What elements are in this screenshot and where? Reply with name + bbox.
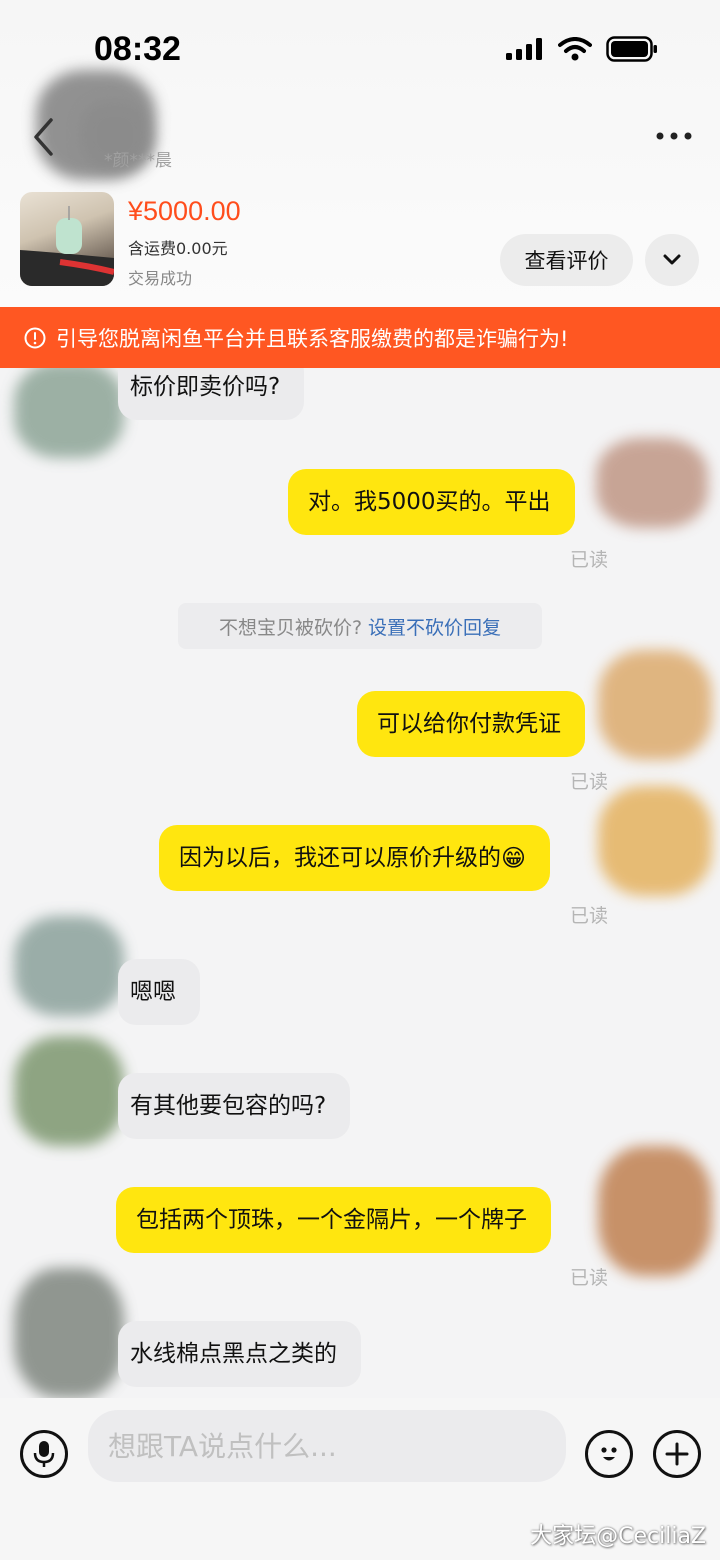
product-price: ¥5000.00	[128, 196, 241, 226]
message-outgoing[interactable]: 因为以后，我还可以原价升级的 😁	[159, 825, 551, 891]
read-status: 已读	[570, 905, 609, 927]
battery-icon	[606, 36, 657, 62]
status-icons	[506, 36, 658, 62]
contact-name[interactable]: *颜***晨	[104, 146, 172, 171]
more-horizontal-icon[interactable]	[654, 124, 694, 148]
cellular-signal-icon	[506, 38, 542, 60]
more-actions-button[interactable]	[653, 1430, 701, 1478]
message-outgoing[interactable]: 对。我5000买的。平出	[288, 469, 575, 535]
product-shipping: 含运费0.00元	[128, 239, 228, 258]
message-incoming[interactable]: 嗯嗯	[118, 959, 200, 1025]
trade-status: 交易成功	[128, 269, 193, 288]
message-text: 因为以后，我还可以原价升级的	[179, 844, 501, 871]
message-incoming[interactable]: 水线棉点黑点之类的	[118, 1321, 361, 1387]
read-status: 已读	[570, 771, 609, 793]
message-input-bar: 大家坛@CeciliaZ	[0, 1398, 720, 1560]
avatar	[14, 1036, 124, 1146]
header-area: 08:32 *颜***晨 ¥5000.00 含运费0.00元 交易成功 查看评价	[0, 0, 720, 307]
avatar	[14, 368, 124, 458]
message-outgoing[interactable]: 包括两个顶珠，一个金隔片，一个牌子	[116, 1187, 551, 1253]
chevron-left-icon[interactable]	[24, 114, 64, 160]
message-incoming[interactable]: 有其他要包容的吗?	[118, 1073, 351, 1139]
plus-circle-icon	[665, 1442, 689, 1466]
no-bargain-setting-link[interactable]: 设置不砍价回复	[368, 613, 501, 640]
system-tip-text: 不想宝贝被砍价?	[218, 616, 363, 639]
avatar	[14, 916, 124, 1016]
avatar	[596, 438, 708, 528]
emoji-button[interactable]	[585, 1430, 633, 1478]
chat-message-list[interactable]: 标价即卖价吗? 对。我5000买的。平出 已读 不想宝贝被砍价? 设置不砍价回复…	[0, 368, 720, 1398]
view-review-button[interactable]: 查看评价	[500, 234, 633, 286]
product-thumbnail[interactable]	[20, 192, 114, 286]
product-card[interactable]: ¥5000.00 含运费0.00元 交易成功 查看评价	[0, 182, 720, 307]
avatar	[598, 650, 712, 760]
avatar	[598, 1146, 712, 1276]
read-status: 已读	[570, 549, 609, 571]
grin-emoji-icon: 😁	[501, 844, 527, 872]
voice-button[interactable]	[20, 1430, 68, 1478]
message-outgoing[interactable]: 可以给你付款凭证	[357, 691, 585, 757]
message-input[interactable]	[88, 1410, 566, 1482]
expand-button[interactable]	[645, 234, 699, 286]
wifi-icon	[558, 37, 592, 61]
system-tip: 不想宝贝被砍价? 设置不砍价回复	[178, 603, 542, 649]
fraud-warning-banner: 引导您脱离闲鱼平台并且联系客服缴费的都是诈骗行为!	[0, 307, 720, 368]
read-status: 已读	[570, 1267, 609, 1289]
site-watermark: 大家坛@CeciliaZ	[530, 1524, 706, 1549]
smiley-icon	[601, 1447, 617, 1461]
warning-text: 引导您脱离闲鱼平台并且联系客服缴费的都是诈骗行为!	[56, 326, 569, 351]
status-time: 08:32	[94, 30, 181, 68]
chevron-down-icon	[663, 254, 681, 265]
microphone-icon	[33, 1441, 55, 1467]
exclamation-circle-icon	[24, 327, 46, 348]
message-incoming[interactable]: 标价即卖价吗?	[118, 368, 305, 420]
avatar	[14, 1268, 124, 1398]
avatar	[598, 786, 712, 896]
